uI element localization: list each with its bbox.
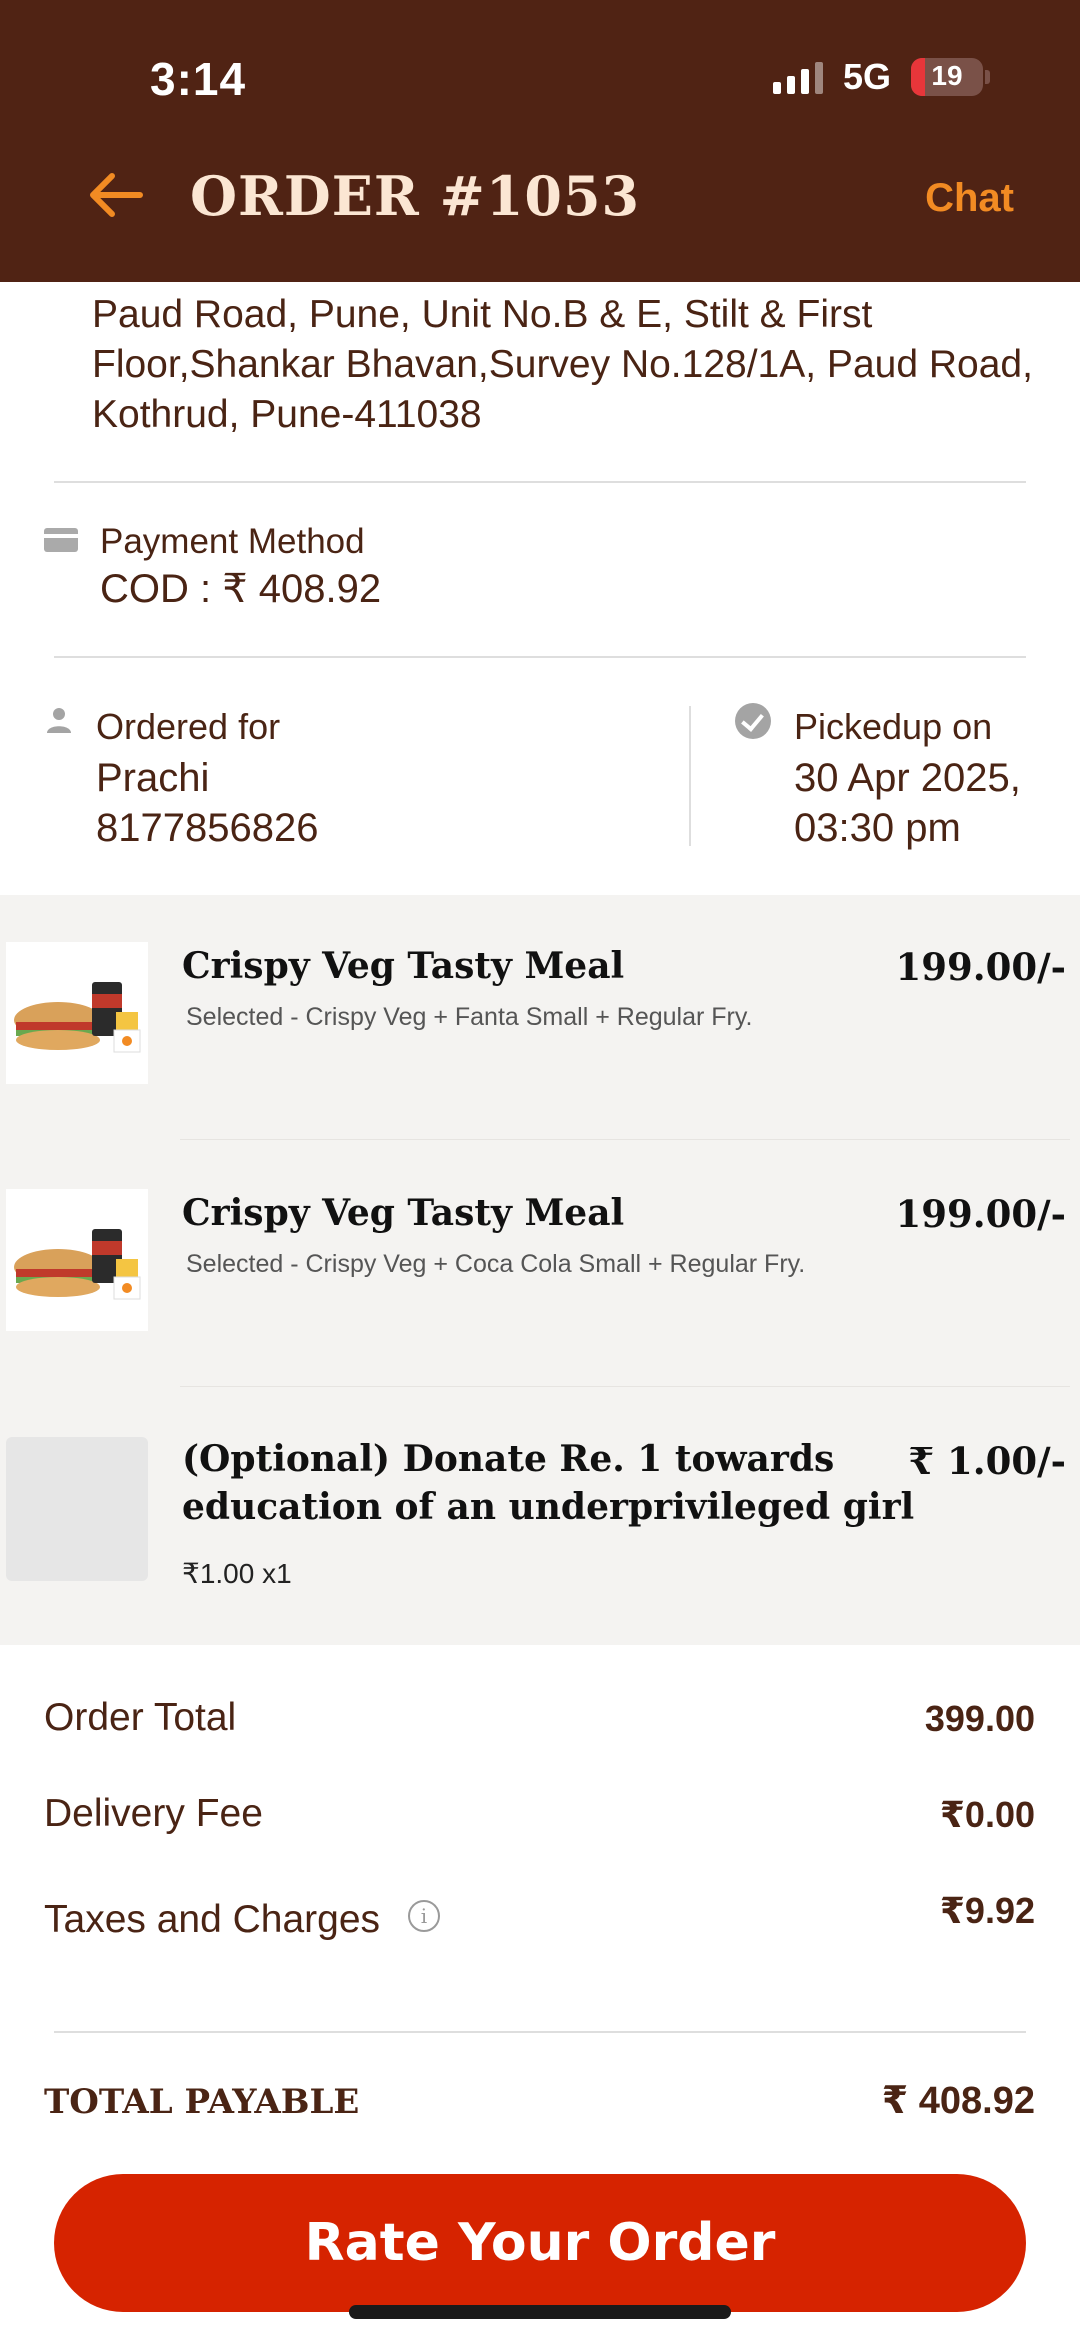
donation-title-line1: (Optional) Donate Re. 1 towards: [182, 1438, 835, 1480]
taxes-value: ₹9.92: [939, 1890, 1035, 1931]
status-time: 3:14: [150, 53, 247, 105]
meal-image: [6, 942, 148, 1084]
payment-method-label: Payment Method: [100, 522, 365, 561]
delivery-fee-value: ₹0.00: [939, 1794, 1035, 1835]
divider: [54, 656, 1026, 658]
vertical-divider: [689, 706, 691, 846]
customer-phone: 8177856826: [96, 806, 319, 850]
signal-icon: [772, 60, 823, 94]
order-total-value: 399.00: [924, 1698, 1035, 1739]
battery-level: 19: [931, 60, 963, 91]
donation-image-placeholder: [6, 1437, 148, 1581]
item-price: 199.00/-: [895, 1192, 1066, 1236]
donation-title-line2: education of an underprivileged girl: [182, 1486, 915, 1528]
pickup-time: 03:30 pm: [794, 806, 961, 850]
order-items-list: Crispy Veg Tasty Meal Selected - Crispy …: [0, 895, 1080, 1645]
item-price: 199.00/-: [895, 945, 1066, 989]
app-header: 3:14 5G 19 ORDER #1053 Chat: [0, 0, 1080, 282]
store-address: Paud Road, Pune, Unit No.B & E, Stilt & …: [92, 293, 1033, 436]
home-indicator: [349, 2305, 731, 2319]
payment-method-value: COD : ₹ 408.92: [100, 567, 382, 611]
network-label: 5G: [842, 56, 891, 97]
pickup-label: Pickedup on: [794, 706, 993, 747]
total-payable-label: TOTAL PAYABLE: [44, 2082, 360, 2122]
info-icon[interactable]: i: [408, 1900, 440, 1932]
divider: [54, 2031, 1026, 2033]
pickup-date: 30 Apr 2025,: [794, 756, 1021, 800]
item-selection: Selected - Crispy Veg + Coca Cola Small …: [186, 1250, 806, 1278]
item-divider: [180, 1139, 1070, 1140]
customer-name: Prachi: [96, 756, 210, 800]
item-title: Crispy Veg Tasty Meal: [182, 1192, 625, 1234]
status-icons: 5G 19: [772, 56, 990, 98]
divider: [54, 481, 1026, 483]
credit-card-icon: [44, 528, 78, 552]
item-title: Crispy Veg Tasty Meal: [182, 945, 625, 987]
delivery-fee-label: Delivery Fee: [44, 1792, 263, 1835]
battery-icon: 19: [911, 58, 990, 96]
person-icon: [47, 708, 71, 733]
rate-order-button[interactable]: Rate Your Order: [54, 2174, 1026, 2312]
total-payable-value: ₹ 408.92: [881, 2080, 1035, 2122]
check-circle-icon: [735, 703, 771, 739]
back-arrow-icon[interactable]: [86, 170, 144, 220]
taxes-label: Taxes and Charges: [44, 1898, 381, 1941]
meal-image: [6, 1189, 148, 1331]
chat-button[interactable]: Chat: [925, 176, 1014, 221]
donation-quantity: ₹1.00 x1: [182, 1558, 292, 1589]
ordered-for-label: Ordered for: [96, 706, 281, 747]
donation-price: ₹ 1.00/-: [908, 1439, 1066, 1483]
order-total-label: Order Total: [44, 1696, 237, 1739]
item-divider: [180, 1386, 1070, 1387]
item-selection: Selected - Crispy Veg + Fanta Small + Re…: [186, 1003, 753, 1031]
page-title: ORDER #1053: [190, 164, 641, 228]
